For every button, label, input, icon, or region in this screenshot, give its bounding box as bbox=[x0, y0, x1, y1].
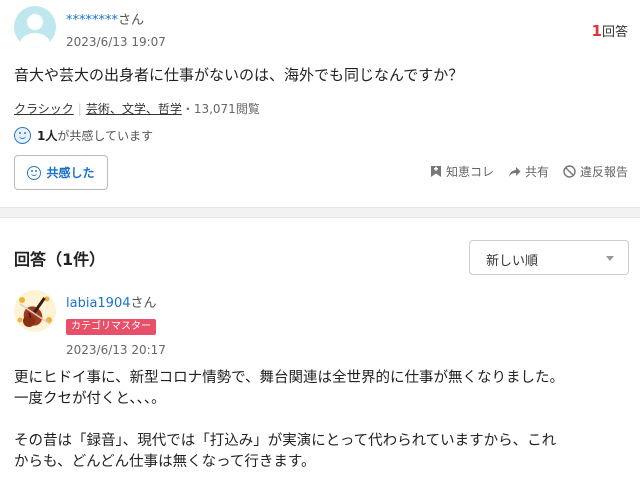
tag-separator: | bbox=[77, 102, 82, 116]
question-tags: クラシック | 芸術、文学、哲学・13,071閲覧 bbox=[14, 100, 260, 117]
section-divider bbox=[0, 207, 640, 218]
answer-count[interactable]: 1回答 bbox=[592, 21, 628, 40]
asker-avatar[interactable] bbox=[14, 6, 56, 48]
category-master-badge: カテゴリマスター bbox=[66, 319, 156, 335]
answer-line: ​ bbox=[14, 410, 634, 431]
report-button[interactable]: 違反報告 bbox=[563, 163, 628, 180]
answers-heading: 回答（1件） bbox=[14, 250, 106, 269]
share-button[interactable]: 共有 bbox=[508, 163, 549, 180]
sort-select[interactable]: 新しい順 bbox=[469, 240, 629, 275]
answer-line: 一度クセが付くと、、、。 bbox=[14, 391, 166, 407]
empathy-summary: 1人 が共感しています bbox=[14, 127, 153, 144]
chiebukuro-collection-button[interactable]: 知恵コレ bbox=[430, 163, 494, 180]
share-arrow-icon bbox=[508, 166, 521, 177]
answer-line: からも、どんどん仕事は無くなって行きます。 bbox=[14, 454, 316, 470]
sort-selected-value: 新しい順 bbox=[486, 254, 539, 269]
answer-date: 2023/6/13 20:17 bbox=[66, 343, 166, 357]
tag-arts[interactable]: 芸術、文学、哲学 bbox=[86, 102, 182, 116]
tag-classic[interactable]: クラシック bbox=[14, 102, 74, 116]
empathy-button-label: 共感した bbox=[46, 166, 95, 180]
view-count: ・13,071閲覧 bbox=[181, 102, 260, 116]
question-date: 2023/6/13 19:07 bbox=[66, 35, 166, 49]
question-text: 音大や芸大の出身者に仕事がないのは、海外でも同じなんですか？ bbox=[14, 66, 464, 84]
smile-icon bbox=[14, 127, 31, 144]
violin-icon bbox=[14, 290, 56, 332]
answer-line: 更にヒドイ事に、新型コロナ情勢で、舞台関連は全世界的に仕事が無くなりました。 bbox=[14, 370, 564, 386]
bookmark-icon bbox=[430, 166, 441, 177]
caret-down-icon bbox=[606, 256, 614, 261]
empathy-button[interactable]: 共感した bbox=[14, 155, 108, 190]
answer-line: その昔は「録音」、現代では「打込み」が実演にとって代わられていますから、これ bbox=[14, 433, 557, 449]
person-icon-head bbox=[27, 14, 43, 30]
person-icon-body bbox=[20, 33, 50, 48]
prohibited-icon bbox=[563, 165, 576, 178]
answer-body: 更にヒドイ事に、新型コロナ情勢で、舞台関連は全世界的に仕事が無くなりました。 一… bbox=[14, 368, 634, 473]
question-actions: 知恵コレ 共有 違反報告 bbox=[416, 163, 628, 180]
asker-name[interactable]: ********さん bbox=[66, 9, 144, 28]
answerer-name[interactable]: labia1904さん bbox=[66, 292, 157, 311]
answerer-avatar[interactable] bbox=[14, 290, 56, 332]
smile-icon bbox=[27, 165, 42, 180]
